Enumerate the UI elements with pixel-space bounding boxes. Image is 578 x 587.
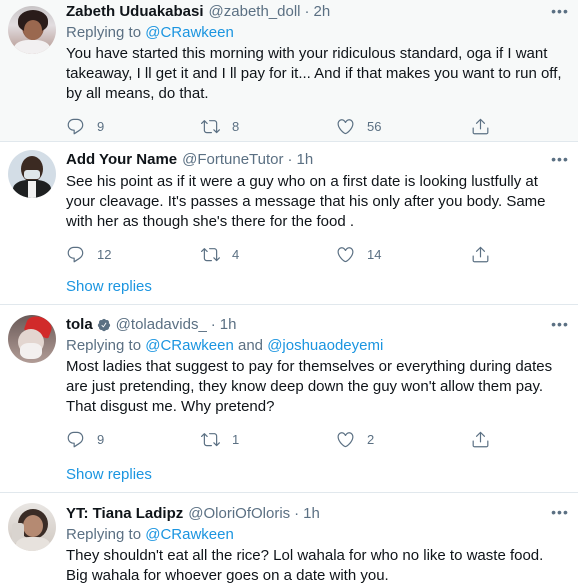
more-icon[interactable]: ••• [550,317,570,337]
retweet-count: 4 [232,246,240,262]
heart-icon [336,430,355,449]
heart-icon [336,117,355,136]
reply-icon [66,117,85,136]
tweet-header: Add Your Name @FortuneTutor · 1h [66,149,568,171]
mention-link[interactable]: @CRawkeen [145,337,234,354]
more-icon[interactable]: ••• [550,505,570,525]
reply-count: 12 [97,246,112,262]
more-icon[interactable]: ••• [550,4,570,24]
share-icon [471,245,490,264]
mention-link[interactable]: @joshuaodeyemi [267,337,383,354]
replying-to-prefix: Replying to [66,526,142,543]
tweet-text: Most ladies that suggest to pay for them… [66,358,553,415]
like-button[interactable]: 14 [336,242,381,266]
avatar-shirt [28,181,36,198]
reply-icon [66,430,85,449]
reply-count: 9 [97,431,105,447]
share-button[interactable] [471,427,490,451]
avatar-mask [24,170,40,179]
tweet[interactable]: tola @toladavids_ · 1h Replying to @CRaw… [0,305,578,488]
user-handle[interactable]: @FortuneTutor [182,149,283,171]
heart-icon [336,245,355,264]
replying-to-join: and [237,337,264,354]
share-button[interactable] [471,242,490,266]
retweet-count: 8 [232,118,240,134]
replying-to: Replying to @CRawkeen [66,23,568,43]
replying-to: Replying to @CRawkeen [66,525,568,545]
user-handle[interactable]: @toladavids_ [116,314,207,336]
separator-dot: · [210,316,216,333]
tweet-header: YT: Tiana Ladipz @OloriOfOloris · 1h [66,503,568,525]
tweet-actions: 12 4 14 [66,242,568,266]
avatar-face-front [24,20,42,40]
reply-icon [66,245,85,264]
mention-link[interactable]: @CRawkeen [145,24,234,41]
mention-link[interactable]: @CRawkeen [145,526,234,543]
reply-button[interactable]: 12 [66,242,111,266]
separator-dot: · [287,151,293,168]
display-name[interactable]: YT: Tiana Ladipz [66,503,183,525]
tweet-text: You have started this morning with your … [66,45,562,102]
tweet-text: See his point as if it were a guy who on… [66,173,546,230]
retweet-icon [201,430,220,449]
tweet-header: tola @toladavids_ · 1h [66,314,568,336]
avatar[interactable] [8,503,56,551]
share-button[interactable] [471,114,490,138]
user-handle[interactable]: @zabeth_doll [209,1,301,23]
avatar[interactable] [8,150,56,198]
like-button[interactable]: 56 [336,114,381,138]
like-count: 2 [367,431,375,447]
tweet-header: Zabeth Uduakabasi @zabeth_doll · 2h [66,1,568,23]
avatar-beard [20,343,42,359]
user-handle[interactable]: @OloriOfOloris [188,503,290,525]
tweet-actions: 9 1 2 [66,427,568,451]
tweet-text: They shouldn't eat all the rice? Lol wah… [66,547,544,584]
tweet[interactable]: YT: Tiana Ladipz @OloriOfOloris · 1h Rep… [0,493,578,587]
timestamp[interactable]: 1h [220,314,237,336]
tweet-actions: 9 8 56 [66,114,568,138]
share-icon [471,430,490,449]
timestamp[interactable]: 2h [314,1,331,23]
reply-button[interactable]: 9 [66,114,104,138]
display-name[interactable]: tola [66,314,93,336]
more-icon[interactable]: ••• [550,152,570,172]
display-name[interactable]: Zabeth Uduakabasi [66,1,204,23]
show-replies-link[interactable]: Show replies [66,277,152,297]
display-name[interactable]: Add Your Name [66,149,177,171]
avatar-body [16,537,50,551]
replying-to-prefix: Replying to [66,337,142,354]
retweet-icon [201,245,220,264]
show-replies-link[interactable]: Show replies [66,465,152,485]
avatar[interactable] [8,6,56,54]
avatar-body [14,40,50,54]
retweet-button[interactable]: 8 [201,114,239,138]
share-icon [471,117,490,136]
replying-to-prefix: Replying to [66,24,142,41]
retweet-button[interactable]: 4 [201,242,239,266]
timestamp[interactable]: 1h [297,149,314,171]
avatar[interactable] [8,315,56,363]
separator-dot: · [294,505,300,522]
timestamp[interactable]: 1h [303,503,320,525]
avatar-face [23,515,43,537]
tweet[interactable]: Zabeth Uduakabasi @zabeth_doll · 2h Repl… [0,0,578,141]
separator-dot: · [304,3,310,20]
retweet-icon [201,117,220,136]
like-count: 56 [367,118,382,134]
retweet-count: 1 [232,431,240,447]
reply-count: 9 [97,118,105,134]
verified-badge-icon [97,318,111,332]
like-count: 14 [367,246,382,262]
reply-button[interactable]: 9 [66,427,104,451]
retweet-button[interactable]: 1 [201,427,239,451]
replying-to: Replying to @CRawkeen and @joshuaodeyemi [66,336,568,356]
like-button[interactable]: 2 [336,427,374,451]
tweet[interactable]: Add Your Name @FortuneTutor · 1h See his… [0,142,578,300]
